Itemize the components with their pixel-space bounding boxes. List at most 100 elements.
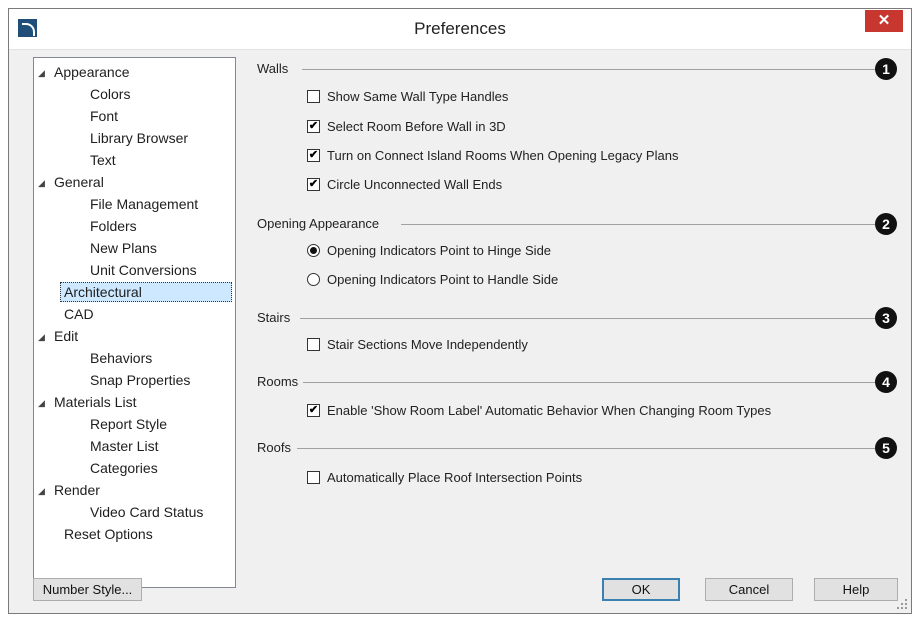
tree-item-report-style[interactable]: Report Style bbox=[90, 414, 167, 434]
tree-item-label: Report Style bbox=[90, 416, 168, 432]
section-label-roofs: Roofs bbox=[257, 440, 291, 455]
divider bbox=[303, 382, 875, 383]
expand-arrow-icon[interactable]: ◢ bbox=[38, 327, 54, 347]
tree-item-behaviors[interactable]: Behaviors bbox=[90, 348, 152, 368]
radio-hinge-side[interactable]: Opening Indicators Point to Hinge Side bbox=[307, 241, 551, 259]
callout-badge-3: 3 bbox=[875, 307, 897, 329]
callout-badge-2: 2 bbox=[875, 213, 897, 235]
tree-item-video-card-status[interactable]: Video Card Status bbox=[90, 502, 203, 522]
checkbox-label: Show Same Wall Type Handles bbox=[327, 88, 509, 104]
tree-item-label: Materials List bbox=[54, 394, 137, 410]
section-label-rooms: Rooms bbox=[257, 374, 299, 389]
tree-item-label: Video Card Status bbox=[90, 504, 204, 520]
tree-item-label: Colors bbox=[90, 86, 131, 102]
callout-badge-5: 5 bbox=[875, 437, 897, 459]
tree-item-font[interactable]: Font bbox=[90, 106, 118, 126]
checkbox-select-room-before-wall[interactable]: ✔ Select Room Before Wall in 3D bbox=[307, 117, 506, 135]
section-label-walls: Walls bbox=[257, 61, 289, 76]
checkbox-circle-unconnected-wall-ends[interactable]: ✔ Circle Unconnected Wall Ends bbox=[307, 175, 502, 193]
tree-item-cad[interactable]: CAD bbox=[64, 304, 94, 324]
tree-item-master-list[interactable]: Master List bbox=[90, 436, 158, 456]
dialog-title: Preferences bbox=[414, 19, 506, 38]
resize-grip-icon[interactable] bbox=[897, 599, 907, 609]
tree-item-text[interactable]: Text bbox=[90, 150, 116, 170]
tree-item-label: Categories bbox=[90, 460, 158, 476]
tree-item-label: Font bbox=[90, 108, 119, 124]
divider bbox=[297, 448, 875, 449]
expand-arrow-icon[interactable]: ◢ bbox=[38, 393, 54, 413]
checkbox[interactable] bbox=[307, 89, 320, 103]
section-label-opening-appearance: Opening Appearance bbox=[257, 216, 380, 231]
tree-item-label: Folders bbox=[90, 218, 137, 234]
checkbox-label: Stair Sections Move Independently bbox=[327, 336, 528, 352]
tree-item-library-browser[interactable]: Library Browser bbox=[90, 128, 188, 148]
cancel-button[interactable]: Cancel bbox=[705, 578, 793, 601]
tree-item-folders[interactable]: Folders bbox=[90, 216, 137, 236]
checkbox-auto-place-roof-intersection-points[interactable]: Automatically Place Roof Intersection Po… bbox=[307, 468, 582, 486]
title-bar: Preferences ✕ bbox=[9, 9, 911, 50]
expand-arrow-icon[interactable]: ◢ bbox=[38, 63, 54, 83]
divider bbox=[300, 318, 875, 319]
tree-item-label: Reset Options bbox=[64, 526, 153, 542]
radio-button-selected[interactable] bbox=[307, 243, 320, 257]
divider bbox=[302, 69, 875, 70]
checkbox-stair-sections-move-independently[interactable]: Stair Sections Move Independently bbox=[307, 335, 528, 353]
tree-item-materials-list[interactable]: ◢ Materials List bbox=[38, 392, 136, 412]
tree-item-general[interactable]: ◢ General bbox=[38, 172, 104, 192]
tree-item-appearance[interactable]: ◢ Appearance bbox=[38, 62, 130, 82]
tree-item-label: Behaviors bbox=[90, 350, 153, 366]
tree-item-architectural[interactable]: Architectural bbox=[60, 282, 232, 302]
number-style-button[interactable]: Number Style... bbox=[33, 578, 142, 601]
ok-button[interactable]: OK bbox=[602, 578, 680, 601]
preferences-dialog: Preferences ✕ ◢ Appearance Colors Font Li… bbox=[8, 8, 912, 614]
tree-item-categories[interactable]: Categories bbox=[90, 458, 158, 478]
tree-item-edit[interactable]: ◢ Edit bbox=[38, 326, 78, 346]
radio-label: Opening Indicators Point to Hinge Side bbox=[327, 242, 552, 258]
tree-item-file-management[interactable]: File Management bbox=[90, 194, 198, 214]
radio-label: Opening Indicators Point to Handle Side bbox=[327, 271, 559, 287]
checkbox-checked[interactable]: ✔ bbox=[307, 403, 320, 417]
tree-item-unit-conversions[interactable]: Unit Conversions bbox=[90, 260, 197, 280]
tree-item-label: Unit Conversions bbox=[90, 262, 197, 278]
checkbox-label: Select Room Before Wall in 3D bbox=[327, 118, 506, 134]
tree-item-label: Master List bbox=[90, 438, 159, 454]
tree-item-label: Architectural bbox=[64, 284, 142, 300]
tree-item-label: Render bbox=[54, 482, 100, 498]
checkbox-checked[interactable]: ✔ bbox=[307, 177, 320, 191]
checkbox-label: Enable 'Show Room Label' Automatic Behav… bbox=[327, 402, 772, 418]
callout-badge-4: 4 bbox=[875, 371, 897, 393]
category-tree[interactable]: ◢ Appearance Colors Font Library Browser … bbox=[33, 57, 236, 588]
tree-item-label: Text bbox=[90, 152, 116, 168]
tree-item-snap-properties[interactable]: Snap Properties bbox=[90, 370, 190, 390]
tree-item-label: New Plans bbox=[90, 240, 157, 256]
tree-item-label: Library Browser bbox=[90, 130, 189, 146]
radio-button[interactable] bbox=[307, 272, 320, 286]
tree-item-reset-options[interactable]: Reset Options bbox=[64, 524, 153, 544]
checkbox-label: Circle Unconnected Wall Ends bbox=[327, 176, 503, 192]
radio-handle-side[interactable]: Opening Indicators Point to Handle Side bbox=[307, 270, 558, 288]
checkbox-label: Automatically Place Roof Intersection Po… bbox=[327, 469, 583, 485]
checkbox-enable-show-room-label[interactable]: ✔ Enable 'Show Room Label' Automatic Beha… bbox=[307, 401, 771, 419]
tree-item-label: CAD bbox=[64, 306, 94, 322]
help-button[interactable]: Help bbox=[814, 578, 898, 601]
tree-item-label: Snap Properties bbox=[90, 372, 191, 388]
checkbox-connect-island-rooms[interactable]: ✔ Turn on Connect Island Rooms When Openi… bbox=[307, 146, 678, 164]
checkbox[interactable] bbox=[307, 337, 320, 351]
close-button[interactable]: ✕ bbox=[865, 10, 903, 32]
tree-item-new-plans[interactable]: New Plans bbox=[90, 238, 157, 258]
tree-item-render[interactable]: ◢ Render bbox=[38, 480, 100, 500]
divider bbox=[401, 224, 875, 225]
expand-arrow-icon[interactable]: ◢ bbox=[38, 481, 54, 501]
callout-badge-1: 1 bbox=[875, 58, 897, 80]
checkbox[interactable] bbox=[307, 470, 320, 484]
expand-arrow-icon[interactable]: ◢ bbox=[38, 173, 54, 193]
tree-item-colors[interactable]: Colors bbox=[90, 84, 130, 104]
checkbox-checked[interactable]: ✔ bbox=[307, 148, 320, 162]
tree-item-label: Appearance bbox=[54, 64, 130, 80]
checkbox-show-same-wall-type-handles[interactable]: Show Same Wall Type Handles bbox=[307, 87, 508, 105]
section-label-stairs: Stairs bbox=[257, 310, 291, 325]
tree-item-label: Edit bbox=[54, 328, 79, 344]
tree-item-label: File Management bbox=[90, 196, 199, 212]
checkbox-checked[interactable]: ✔ bbox=[307, 119, 320, 133]
tree-item-label: General bbox=[54, 174, 104, 190]
